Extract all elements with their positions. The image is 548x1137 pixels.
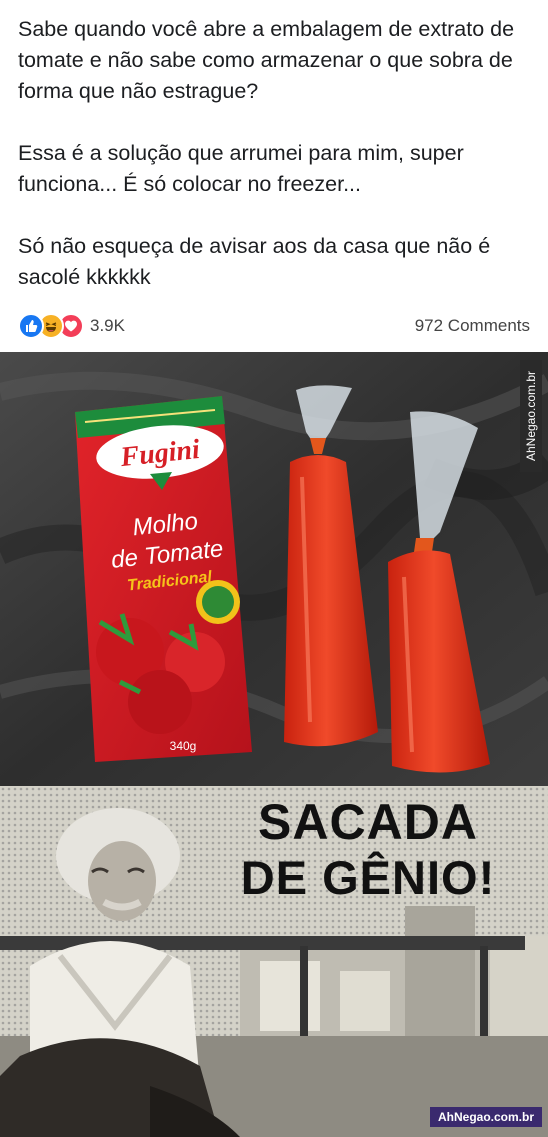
reactions-bar: 3.9K 972 Comments — [18, 310, 530, 342]
tomato-sauce-photo: Fugini Molho de Tomate Tradicional 340g — [0, 352, 548, 786]
watermark-bottom: AhNegao.com.br — [429, 1107, 542, 1127]
like-icon — [18, 313, 44, 339]
post-photo[interactable]: Fugini Molho de Tomate Tradicional 340g … — [0, 352, 548, 786]
meme-image[interactable]: SACADA DE GÊNIO! AhNegao.com.br — [0, 786, 548, 1137]
reaction-count: 3.9K — [90, 316, 125, 335]
comments-link[interactable]: 972 Comments — [415, 316, 530, 336]
meme-title-line2: DE GÊNIO! — [240, 851, 496, 904]
post-paragraph-2: Essa é a solução que arrumei para mim, s… — [18, 141, 464, 196]
package-weight: 340g — [170, 739, 197, 753]
post-paragraph-3: Só não esqueça de avisar aos da casa que… — [18, 234, 491, 289]
reactions-summary[interactable]: 3.9K — [18, 313, 125, 339]
watermark-vertical: AhNegao.com.br — [520, 360, 542, 472]
post-text: Sabe quando você abre a embalagem de ext… — [18, 14, 533, 293]
reaction-icons — [18, 313, 84, 339]
post-paragraph-1: Sabe quando você abre a embalagem de ext… — [18, 17, 515, 103]
meme-title-line1: SACADA — [258, 794, 478, 850]
